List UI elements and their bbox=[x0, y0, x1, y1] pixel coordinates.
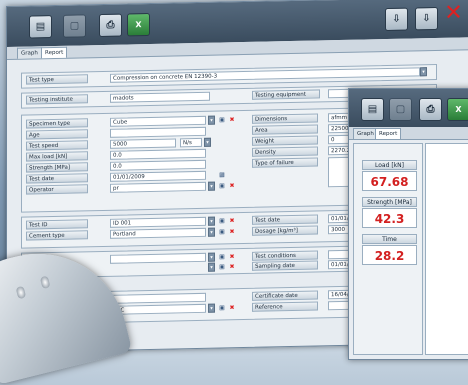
save-icon[interactable]: ▣ bbox=[218, 115, 226, 124]
certificate-code-field[interactable]: ABC bbox=[110, 303, 206, 315]
test-speed-field[interactable]: 5000 bbox=[110, 138, 176, 149]
chevron-down-icon[interactable]: ▾ bbox=[208, 216, 215, 226]
export-icon[interactable]: ⇩ bbox=[385, 7, 408, 32]
certificate-date-label: Certificate date bbox=[252, 290, 318, 301]
operator-field[interactable]: pr bbox=[110, 181, 206, 193]
excel-glyph: X bbox=[135, 20, 142, 30]
delete-icon[interactable]: ✖ bbox=[228, 115, 236, 124]
age-field[interactable] bbox=[110, 126, 206, 138]
load-value: 67.68 bbox=[362, 171, 417, 191]
second-tab-bar: Graph Report bbox=[349, 127, 468, 140]
reference-label: Reference bbox=[252, 301, 318, 312]
max-load-label: Max load [kN] bbox=[26, 151, 88, 162]
screw-icon bbox=[15, 285, 27, 300]
chevron-down-icon[interactable]: ▾ bbox=[204, 137, 211, 147]
measurement-window: ▤ ▢ ⎙ X Graph Report Load [kN] 67.68 Str… bbox=[348, 88, 468, 360]
testing-institute-label: Testing institute bbox=[26, 94, 88, 105]
dosage-label: Dosage [kg/m³] bbox=[252, 225, 318, 236]
age-label: Age bbox=[26, 129, 88, 140]
operator-label: Operator bbox=[26, 184, 88, 195]
printer-icon[interactable]: ⎙ bbox=[99, 13, 122, 38]
density-label: Density bbox=[252, 146, 318, 157]
disabled-icon[interactable]: ▢ bbox=[63, 14, 86, 38]
save-icon[interactable]: ▣ bbox=[218, 303, 226, 312]
open-icon[interactable]: ▤ bbox=[361, 98, 384, 121]
sampling-date-label: Sampling date bbox=[252, 260, 318, 271]
tab-graph[interactable]: Graph bbox=[17, 47, 42, 59]
screw-icon bbox=[39, 275, 51, 290]
cement-type-label: Cement type bbox=[26, 230, 88, 241]
chevron-down-icon[interactable]: ▾ bbox=[208, 181, 215, 191]
strength-label: Strength [MPa] bbox=[26, 162, 88, 173]
type-of-failure-label: Type of failure bbox=[252, 157, 318, 168]
delete-icon[interactable]: ✖ bbox=[228, 216, 236, 225]
test-type-field[interactable]: Compression on concrete EN 12390-3 bbox=[110, 67, 420, 83]
test-date-label: Test date bbox=[26, 173, 88, 184]
test-speed-unit[interactable]: N/s bbox=[180, 137, 202, 148]
printer-icon[interactable]: ⎙ bbox=[419, 98, 442, 121]
chevron-down-icon[interactable]: ▾ bbox=[208, 252, 215, 262]
conditions-left-field[interactable] bbox=[110, 252, 206, 264]
max-load-field: 0.0 bbox=[110, 148, 206, 160]
time-value: 28.2 bbox=[362, 245, 417, 265]
calendar-icon[interactable]: ▦ bbox=[218, 170, 226, 179]
testing-institute-field[interactable]: madots bbox=[110, 91, 210, 103]
cement-type-field[interactable]: Portland bbox=[110, 227, 206, 239]
strength-label: Strength [MPa] bbox=[362, 197, 417, 207]
save-icon[interactable]: ▣ bbox=[218, 262, 226, 271]
save-icon[interactable]: ▣ bbox=[218, 181, 226, 190]
graph-area bbox=[425, 143, 468, 355]
certificate-left-field[interactable] bbox=[110, 292, 206, 304]
disabled-icon[interactable]: ▢ bbox=[389, 98, 412, 121]
chevron-down-icon[interactable]: ▾ bbox=[208, 115, 215, 125]
test-date-field[interactable]: 01/01/2009 bbox=[110, 170, 206, 182]
dimensions-label: Dimensions bbox=[252, 113, 318, 124]
test-type-label: Test type bbox=[26, 74, 88, 85]
save-icon[interactable]: ▣ bbox=[218, 216, 226, 225]
strength-value: 42.3 bbox=[362, 208, 417, 228]
specimen-type-field[interactable]: Cube bbox=[110, 115, 206, 127]
chevron-down-icon[interactable]: ▾ bbox=[208, 227, 215, 237]
delete-icon[interactable]: ✖ bbox=[228, 227, 236, 236]
excel-glyph: X bbox=[455, 105, 462, 114]
test-id-field[interactable]: ID 001 bbox=[110, 216, 206, 228]
test-speed-label: Test speed bbox=[26, 140, 88, 151]
test-date-2-label: Test date bbox=[252, 214, 318, 225]
delete-icon[interactable]: ✖ bbox=[228, 252, 236, 261]
open-icon[interactable]: ▤ bbox=[29, 15, 52, 39]
strength-field: 0.0 bbox=[110, 159, 206, 171]
tab-report[interactable]: Report bbox=[41, 46, 68, 59]
metrics-panel: Load [kN] 67.68 Strength [MPa] 42.3 Time… bbox=[353, 143, 423, 355]
load-label: Load [kN] bbox=[362, 160, 417, 170]
area-label: Area bbox=[252, 124, 318, 135]
chevron-down-icon[interactable]: ▾ bbox=[420, 67, 427, 77]
delete-icon[interactable]: ✖ bbox=[228, 181, 236, 190]
second-toolbar: ▤ ▢ ⎙ X bbox=[349, 89, 468, 127]
chevron-down-icon[interactable]: ▾ bbox=[208, 262, 215, 272]
testing-equipment-label: Testing equipment bbox=[252, 89, 320, 100]
save-icon[interactable]: ▣ bbox=[218, 252, 226, 261]
chevron-down-icon[interactable]: ▾ bbox=[208, 303, 215, 313]
close-icon[interactable]: ✕ bbox=[443, 0, 464, 25]
tab-report[interactable]: Report bbox=[375, 128, 402, 139]
delete-icon[interactable]: ✖ bbox=[228, 303, 236, 312]
time-label: Time bbox=[362, 234, 417, 244]
export-red-icon[interactable]: ⇩ bbox=[415, 6, 438, 31]
excel-icon[interactable]: X bbox=[447, 98, 468, 121]
save-icon[interactable]: ▣ bbox=[218, 227, 226, 236]
test-conditions-label: Test conditions bbox=[252, 250, 318, 261]
excel-icon[interactable]: X bbox=[127, 12, 150, 37]
weight-label: Weight bbox=[252, 135, 318, 146]
specimen-type-label: Specimen type bbox=[26, 118, 88, 129]
delete-icon[interactable]: ✖ bbox=[228, 262, 236, 271]
test-id-label: Test ID bbox=[26, 219, 88, 230]
